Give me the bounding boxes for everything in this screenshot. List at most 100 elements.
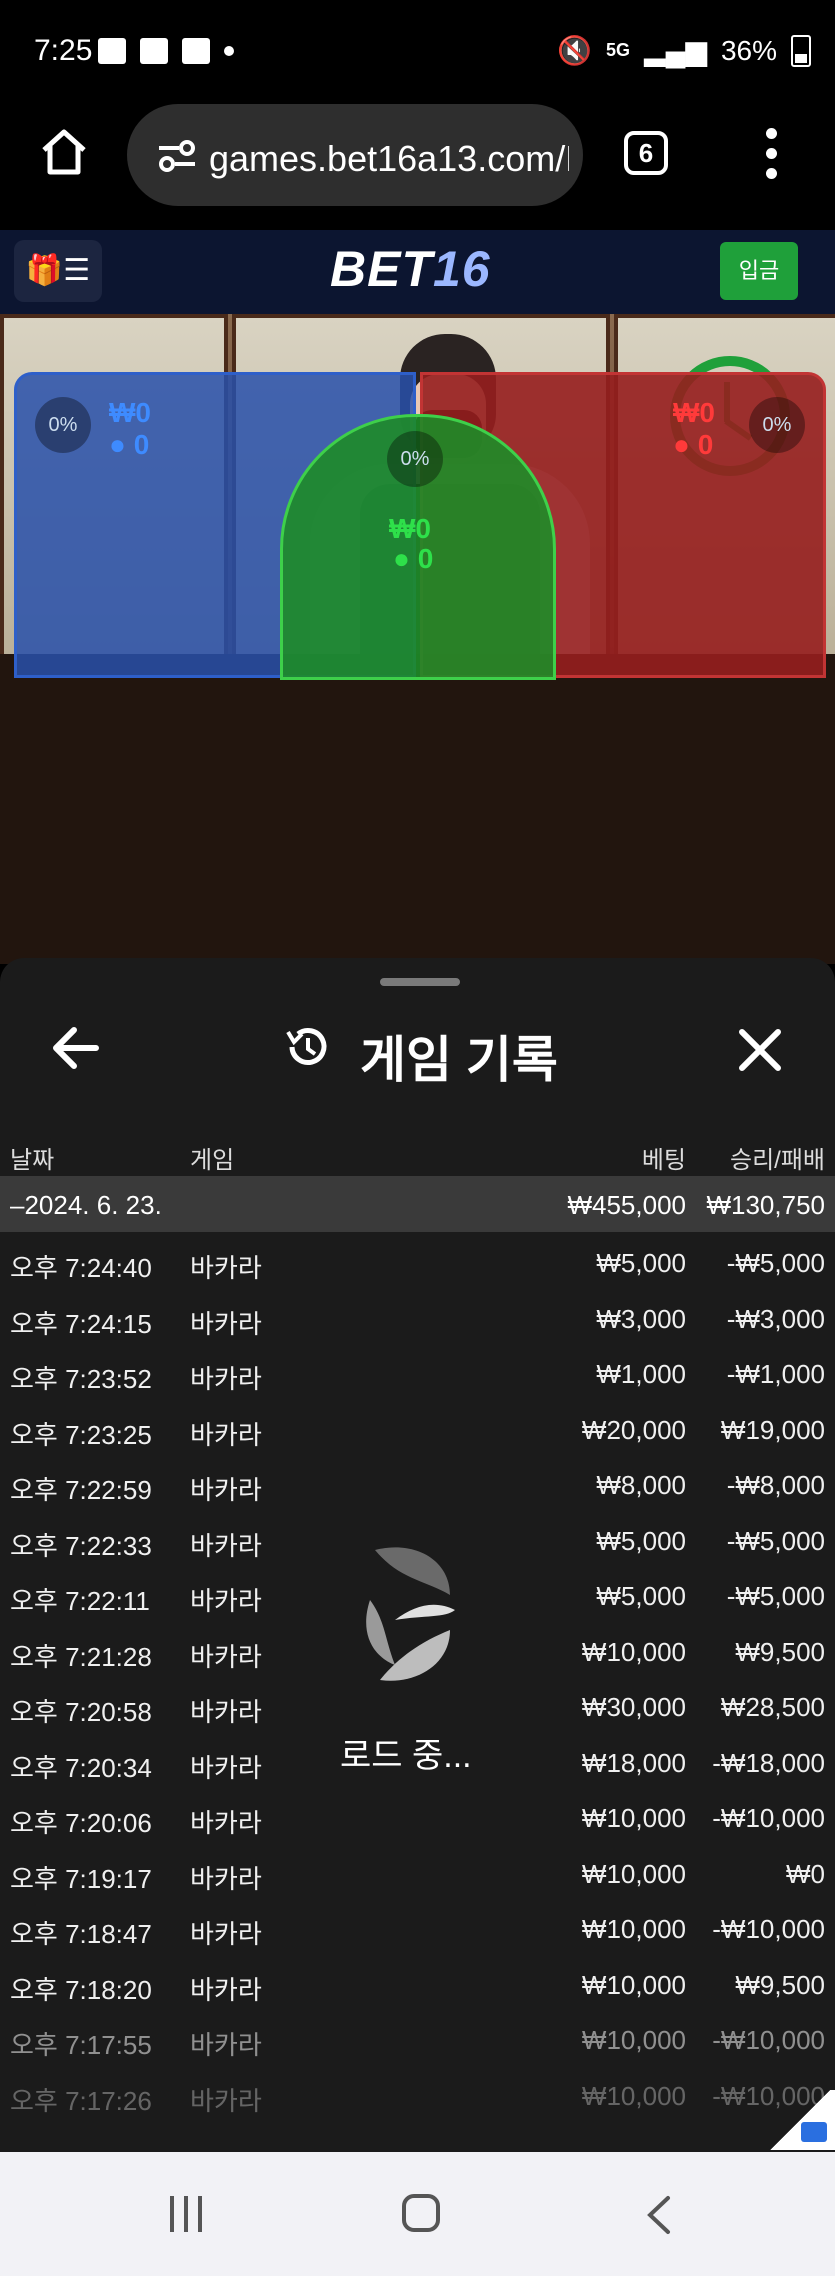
table-row[interactable]: 오후 7:17:26바카라₩10,000-₩10,000	[0, 2065, 835, 2121]
banker-amount: ₩0	[673, 397, 715, 428]
battery-level: 36%	[720, 34, 777, 66]
table-row[interactable]: 오후 7:22:59 바카라 ₩8,000 -₩8,000	[0, 1454, 835, 1510]
battery-icon	[791, 34, 811, 67]
browser-menu-icon[interactable]	[766, 128, 778, 180]
row-game: 바카라	[190, 1419, 262, 1450]
row-game: 바카라	[190, 1586, 262, 1616]
row-bet: ₩5,000	[596, 1525, 686, 1556]
row-result: -₩5,000	[726, 1581, 825, 1611]
row-game: 바카라	[190, 1863, 262, 1894]
sheet-header: 게임 기록	[0, 1006, 835, 1092]
table-row[interactable]: 오후 7:20:06 바카라 ₩10,000 -₩10,000	[0, 1787, 835, 1843]
home-icon[interactable]	[38, 126, 90, 178]
row-bet: ₩10,000	[581, 1636, 686, 1667]
row-bet: ₩5,000	[596, 1581, 686, 1611]
banker-percent: 0%	[749, 397, 805, 453]
row-bet: ₩10,000	[581, 1858, 686, 1889]
row-time: 오후 7:18:47	[10, 1919, 152, 1949]
row-time: 오후 7:17:55	[10, 2030, 152, 2060]
table-row[interactable]: 오후 7:18:20 바카라 ₩10,000 ₩9,500	[0, 1954, 835, 2010]
player-count: ● 0	[109, 429, 150, 460]
gift-menu-button[interactable]: 🎁☰	[14, 240, 102, 302]
row-result: ₩19,000	[720, 1414, 825, 1445]
row-time: 오후 7:20:34	[10, 1752, 152, 1783]
browser-toolbar: games.bet16a13.com/L 6	[0, 100, 835, 230]
notification-icons	[98, 38, 234, 64]
row-bet: ₩10,000	[581, 1803, 686, 1833]
url-bar[interactable]: games.bet16a13.com/L	[127, 104, 583, 206]
row-game: 바카라	[190, 1530, 262, 1561]
sheet-title: 게임 기록	[360, 1032, 558, 1088]
system-icons: 🔇 5G ▂▄▆ 36%	[557, 34, 811, 67]
system-navigation-bar	[0, 2152, 835, 2276]
row-game: 바카라	[190, 2085, 262, 2116]
network-label: 5G	[606, 40, 631, 60]
tie-count: ● 0	[393, 543, 434, 574]
deposit-button[interactable]: 입금	[720, 242, 798, 300]
row-bet: ₩30,000	[581, 1692, 686, 1722]
row-game: 바카라	[190, 1641, 262, 1672]
row-time: 오후 7:21:28	[10, 1641, 152, 1672]
recents-icon[interactable]	[170, 2196, 210, 2232]
row-result: ₩9,500	[735, 1969, 825, 2000]
row-time: 오후 7:22:11	[10, 1586, 150, 1616]
table-row[interactable]: 오후 7:18:47 바카라 ₩10,000 -₩10,000	[0, 1898, 835, 1954]
row-result: -₩5,000	[726, 1525, 825, 1556]
row-result: -₩10,000	[712, 1803, 825, 1833]
row-result: -₩8,000	[726, 1470, 825, 1500]
table-row[interactable]: 오후 7:17:55 바카라 ₩10,000 -₩10,000	[0, 2009, 835, 2065]
row-result: ₩9,500	[735, 1636, 825, 1667]
row-game: 바카라	[190, 1919, 262, 1949]
row-bet: ₩10,000	[581, 1969, 686, 2000]
sheet-drag-handle[interactable]	[380, 978, 460, 986]
row-bet: ₩5,000	[596, 1248, 686, 1278]
loading-text: 로드 중...	[340, 1737, 472, 1775]
row-time: 오후 7:24:15	[10, 1308, 152, 1339]
tab-switcher-button[interactable]: 6	[624, 131, 668, 175]
date-group-row[interactable]: –2024. 6. 23. ₩455,000 ₩130,750	[0, 1176, 835, 1232]
status-time: 7:25	[34, 34, 93, 67]
table-row[interactable]: 오후 7:23:25 바카라 ₩20,000 ₩19,000	[0, 1399, 835, 1455]
row-bet: ₩20,000	[581, 1414, 686, 1445]
row-time: 오후 7:22:33	[10, 1530, 152, 1561]
column-result[interactable]: 승리/패배	[730, 1140, 825, 1175]
date-group-bet: ₩455,000	[567, 1190, 686, 1220]
column-date[interactable]: 날짜	[10, 1140, 54, 1175]
user-icon: ●	[673, 429, 690, 460]
row-game: 바카라	[190, 1808, 262, 1838]
row-result: -₩5,000	[726, 1248, 825, 1278]
home-nav-icon[interactable]	[402, 2194, 440, 2232]
row-bet: ₩10,000	[581, 2025, 686, 2055]
row-bet: ₩18,000	[581, 1747, 686, 1778]
row-result: -₩10,000	[712, 2025, 825, 2055]
row-game: 바카라	[190, 1752, 262, 1783]
row-game: 바카라	[190, 1253, 262, 1283]
user-icon: ●	[393, 543, 410, 574]
row-time: 오후 7:17:26	[10, 2085, 152, 2116]
close-icon[interactable]	[736, 1026, 784, 1074]
column-bet[interactable]: 베팅	[642, 1140, 686, 1175]
app-icon	[182, 38, 210, 64]
table-row[interactable]: 오후 7:24:40 바카라 ₩5,000 -₩5,000	[0, 1232, 835, 1288]
back-arrow-icon[interactable]	[52, 1026, 100, 1070]
table-row[interactable]: 오후 7:19:17 바카라 ₩10,000 ₩0	[0, 1843, 835, 1899]
signal-icon: ▂▄▆	[644, 35, 707, 66]
more-notifications-icon	[224, 46, 234, 56]
url-text[interactable]: games.bet16a13.com/L	[209, 138, 569, 180]
folder-icon	[801, 2122, 827, 2142]
column-game[interactable]: 게임	[190, 1140, 234, 1175]
row-time: 오후 7:22:59	[10, 1475, 152, 1505]
site-settings-icon[interactable]	[157, 140, 197, 172]
tie-bet-zone[interactable]: 0% ₩0 ● 0	[280, 414, 556, 680]
table-row[interactable]: 오후 7:23:52 바카라 ₩1,000 -₩1,000	[0, 1343, 835, 1399]
back-nav-icon[interactable]	[640, 2194, 680, 2236]
floating-corner-button[interactable]	[765, 2090, 835, 2150]
table-row[interactable]: 오후 7:24:15 바카라 ₩3,000 -₩3,000	[0, 1288, 835, 1344]
date-group-date: –2024. 6. 23.	[10, 1190, 162, 1220]
player-percent: 0%	[35, 397, 91, 453]
row-time: 오후 7:19:17	[10, 1863, 152, 1894]
history-icon	[286, 1028, 327, 1065]
site-logo: BET16	[330, 241, 491, 297]
mute-icon: 🔇	[557, 35, 593, 66]
tie-percent: 0%	[387, 431, 443, 487]
